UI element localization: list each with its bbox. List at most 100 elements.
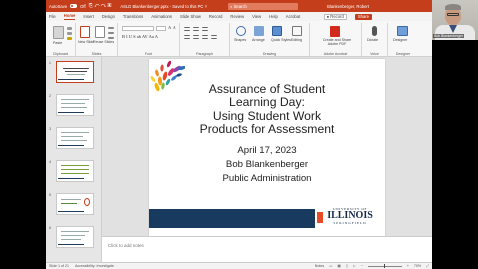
- font-format-buttons[interactable]: B I U S ab AV Aa A: [122, 34, 158, 39]
- title-line: Products for Assessment: [199, 122, 335, 137]
- university-logo: UNIVERSITY OF ILLINOIS SPRINGFIELD: [317, 207, 379, 229]
- designer-icon[interactable]: [397, 26, 408, 36]
- clipboard-group: Paste Clipboard: [46, 23, 76, 57]
- slides-group-label: Slides: [91, 52, 102, 56]
- thumb-text-line: [61, 107, 87, 108]
- zoom-slider[interactable]: [367, 264, 402, 268]
- thumb-band: [58, 111, 84, 113]
- section-icon[interactable]: [108, 37, 114, 39]
- tab-design[interactable]: Design: [102, 14, 115, 19]
- grow-font-icon[interactable]: A: [168, 25, 171, 30]
- cut-icon[interactable]: [67, 27, 72, 30]
- slide-presenter[interactable]: Bob Blankenberger: [149, 159, 385, 170]
- thumb-number: 3: [49, 127, 51, 131]
- slide-thumbnail-1[interactable]: [56, 61, 94, 83]
- slide-editing-area[interactable]: Assurance of Student Learning Day: Using…: [102, 57, 432, 236]
- reset-icon[interactable]: [108, 32, 114, 34]
- voice-group: Dictate Voice: [362, 23, 388, 57]
- slide-thumbnail-6[interactable]: [56, 226, 94, 248]
- thumb-title-line: [65, 71, 87, 72]
- slide-thumbnail-4[interactable]: [56, 160, 94, 182]
- adobe-pdf-icon[interactable]: [330, 26, 340, 37]
- slide-department[interactable]: Public Administration: [149, 173, 385, 184]
- tab-animations[interactable]: Animations: [151, 14, 172, 19]
- tab-help[interactable]: Help: [269, 14, 278, 19]
- notes-placeholder: Click to add notes: [108, 243, 144, 248]
- current-slide[interactable]: Assurance of Student Learning Day: Using…: [149, 59, 385, 236]
- thumb-band: [58, 243, 84, 245]
- microphone-icon[interactable]: [372, 26, 377, 36]
- thumb-band: [58, 210, 84, 212]
- numbering-icon[interactable]: [193, 27, 199, 31]
- autosave-toggle[interactable]: [70, 4, 78, 8]
- slide-thumbnail-2[interactable]: [56, 94, 94, 116]
- designer-group: Designer Designer: [388, 23, 418, 57]
- arrange-label: Arrange: [252, 38, 265, 42]
- person-hair: [445, 4, 461, 10]
- paste-icon[interactable]: [53, 26, 64, 39]
- zoom-out-icon[interactable]: −: [361, 264, 363, 268]
- bullets-icon[interactable]: [184, 27, 190, 31]
- thumb-text-line: [61, 203, 77, 204]
- layout-icon[interactable]: [108, 27, 114, 29]
- thumb-band: [58, 78, 84, 80]
- justify-icon[interactable]: [211, 35, 217, 39]
- tab-transitions[interactable]: Transitions: [123, 14, 143, 19]
- reading-view-icon[interactable]: ▯: [346, 264, 348, 268]
- reuse-slides-icon[interactable]: [95, 26, 105, 38]
- title-line: Using Student Work: [212, 108, 322, 123]
- notes-button[interactable]: Notes: [315, 264, 324, 268]
- search-input[interactable]: ⌕ Search: [228, 2, 299, 10]
- slide-thumbnail-5[interactable]: [56, 193, 94, 215]
- editing-icon[interactable]: [292, 26, 302, 36]
- thumb-band: [58, 144, 84, 146]
- fit-slide-icon[interactable]: ⤢: [426, 264, 429, 268]
- arrange-icon[interactable]: [254, 26, 264, 36]
- slide-title[interactable]: Assurance of Student Learning Day: Using…: [149, 82, 385, 137]
- shapes-icon[interactable]: [236, 26, 246, 36]
- thumb-text-line: [61, 199, 81, 200]
- slide-sorter-icon[interactable]: ▦: [338, 264, 341, 268]
- align-left-icon[interactable]: [184, 35, 190, 39]
- shrink-font-icon[interactable]: A: [173, 26, 176, 30]
- thumb-text-line: [61, 239, 81, 240]
- slide-thumbnails-pane[interactable]: 1 2 3 4 5 6: [46, 57, 102, 262]
- align-center-icon[interactable]: [193, 35, 199, 39]
- quick-access-toolbar[interactable]: ⎘ ↶ ↷ ▣: [89, 3, 112, 9]
- tab-slide-show[interactable]: Slide Show: [180, 14, 201, 19]
- tab-review[interactable]: Review: [230, 14, 244, 19]
- tab-view[interactable]: View: [252, 14, 261, 19]
- autosave-label: AutoSave: [49, 3, 68, 9]
- share-button[interactable]: Share: [354, 13, 372, 20]
- reuse-slides-label: Reuse Slides: [93, 40, 115, 44]
- slideshow-icon[interactable]: ▷: [353, 264, 356, 268]
- tab-insert[interactable]: Insert: [83, 14, 93, 19]
- thumb-text-line: [61, 136, 83, 137]
- tab-home[interactable]: Home: [63, 13, 76, 20]
- indent-icon[interactable]: [202, 27, 208, 31]
- tab-file[interactable]: File: [49, 14, 56, 19]
- normal-view-icon[interactable]: ▭: [329, 264, 332, 268]
- user-name[interactable]: Blankenberger, Robert: [327, 4, 369, 9]
- ribbon: Paste Clipboard New Slide Reuse Slides S…: [46, 21, 432, 57]
- tab-record[interactable]: Record: [209, 14, 223, 19]
- thumb-graphic: [84, 198, 90, 206]
- format-painter-icon[interactable]: [67, 37, 72, 40]
- font-size-select[interactable]: [156, 26, 166, 31]
- accessibility-status[interactable]: Accessibility: Investigate: [75, 264, 114, 268]
- designer-group-label: Designer: [395, 52, 411, 56]
- slide-date[interactable]: April 17, 2023: [149, 145, 385, 156]
- status-bar: Slide 1 of 21 Accessibility: Investigate…: [46, 262, 432, 269]
- font-name-select[interactable]: [122, 26, 154, 31]
- slide-thumbnail-3[interactable]: [56, 127, 94, 149]
- notes-pane[interactable]: Click to add notes: [102, 236, 432, 262]
- new-slide-icon[interactable]: [80, 26, 90, 38]
- quick-styles-icon[interactable]: [272, 26, 282, 36]
- zoom-in-icon[interactable]: +: [407, 264, 409, 268]
- zoom-level[interactable]: 70%: [414, 264, 421, 268]
- align-right-icon[interactable]: [202, 35, 208, 39]
- tab-acrobat[interactable]: Acrobat: [286, 14, 300, 19]
- copy-icon[interactable]: [67, 32, 72, 35]
- record-button[interactable]: ● Record: [323, 13, 347, 20]
- document-title[interactable]: ASLD Blankenberger.pptx - Saved to this …: [120, 4, 207, 9]
